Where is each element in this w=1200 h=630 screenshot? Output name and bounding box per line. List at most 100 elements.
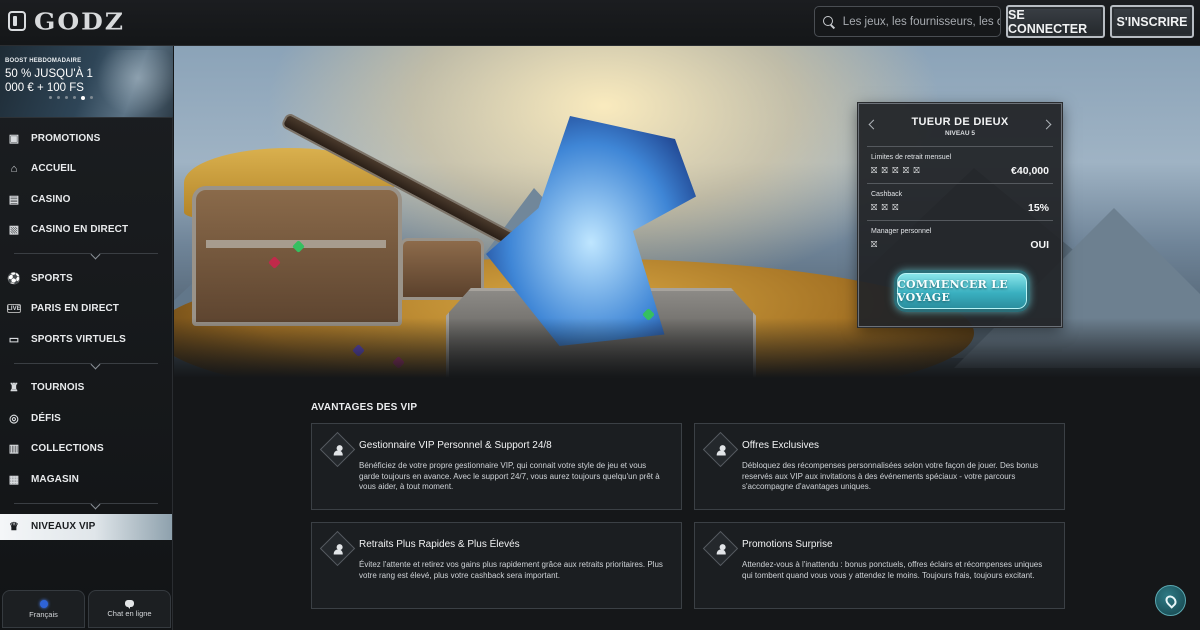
sidebar-item-collections[interactable]: ▥ COLLECTIONS <box>0 434 172 465</box>
sidebar-item-label: TOURNOIS <box>31 382 85 394</box>
login-button[interactable]: SE CONNECTER <box>1006 5 1105 38</box>
boost-title: 50 % JUSQU'À 1 000 € + 100 FS <box>5 68 93 94</box>
carousel-dot[interactable] <box>49 96 52 99</box>
rune-marks: ⛝ ⛝ ⛝ <box>871 203 900 212</box>
sidebar-item-casino[interactable]: ▤ CASINO <box>0 184 172 215</box>
sidebar-item-paris-en-direct[interactable]: LIVE PARIS EN DIRECT <box>0 294 172 325</box>
language-label: Français <box>29 609 58 619</box>
carousel-dot[interactable] <box>57 96 60 99</box>
hero-fade <box>174 318 1200 378</box>
carousel-dot-active[interactable] <box>81 95 85 100</box>
vip-row-value: OUI <box>1030 239 1049 251</box>
site-logo[interactable]: GODZ <box>34 8 125 36</box>
nav-group-extras: ♜ TOURNOIS ◎ DÉFIS ▥ COLLECTIONS ▦ MAGAS… <box>0 373 172 495</box>
sidebar-item-sports[interactable]: ⚽ SPORTS <box>0 263 172 294</box>
user-icon <box>702 431 739 468</box>
benefit-card: Gestionnaire VIP Personnel & Support 24/… <box>311 423 682 510</box>
sidebar-bottom-bar: Français Chat en ligne <box>0 590 173 630</box>
vip-level-title: TUEUR DE DIEUX <box>911 116 1009 128</box>
sidebar-item-label: NIVEAUX VIP <box>31 521 96 532</box>
vip-row-label: Manager personnel <box>871 228 932 235</box>
weekly-boost-banner[interactable]: BOOST HEBDOMADAIRE 50 % JUSQU'À 1 000 € … <box>0 46 173 118</box>
treasure-chest-art <box>192 186 402 326</box>
rune-marks: ⛝ ⛝ ⛝ ⛝ ⛝ <box>871 166 921 175</box>
sidebar-item-promotions[interactable]: ▣ PROMOTIONS <box>0 123 172 154</box>
carousel-dot[interactable] <box>65 96 68 99</box>
benefit-text: Bénéficiez de votre propre gestionnaire … <box>359 461 660 491</box>
benefit-card: Promotions Surprise Attendez-vous à l'in… <box>694 522 1065 609</box>
section-title: AVANTAGES DES VIP <box>311 402 418 413</box>
gift-icon: ▣ <box>8 132 20 145</box>
benefit-card: Offres Exclusives Débloquez des récompen… <box>694 423 1065 510</box>
boost-tag: BOOST HEBDOMADAIRE <box>5 58 82 64</box>
user-icon <box>702 530 739 567</box>
sidebar-item-label: ACCUEIL <box>31 163 77 175</box>
store-icon: ▦ <box>8 473 20 486</box>
start-journey-button[interactable]: COMMENCER LE VOYAGE <box>894 270 1030 312</box>
benefit-title: Retraits Plus Rapides & Plus Élevés <box>359 539 520 550</box>
benefit-title: Offres Exclusives <box>742 440 820 451</box>
football-icon: ⚽ <box>7 272 21 285</box>
sidebar-toggle-icon[interactable] <box>8 11 26 31</box>
sidebar: BOOST HEBDOMADAIRE 50 % JUSQU'À 1 000 € … <box>0 46 173 630</box>
user-icon <box>319 530 356 567</box>
nav-group-sports: ⚽ SPORTS LIVE PARIS EN DIRECT ▭ SPORTS V… <box>0 263 172 355</box>
benefit-text: Évitez l'attente et retirez vos gains pl… <box>359 560 663 580</box>
sidebar-item-label: MAGASIN <box>31 473 79 485</box>
search-input[interactable] <box>842 15 1000 28</box>
signup-button[interactable]: S'INSCRIRE <box>1110 5 1194 38</box>
location-pin-icon <box>1162 592 1179 609</box>
sidebar-item-niveaux-vip[interactable]: ♛ NIVEAUX VIP <box>0 513 172 540</box>
vip-level-number: NIVEAU 5 <box>945 130 975 137</box>
chat-label: Chat en ligne <box>107 609 152 618</box>
carousel-dot[interactable] <box>90 96 93 99</box>
vip-crown-icon: ♛ <box>9 521 19 533</box>
sidebar-item-label: PARIS EN DIRECT <box>31 303 119 315</box>
vip-card-header: TUEUR DE DIEUX NIVEAU 5 <box>859 104 1061 146</box>
section-divider[interactable] <box>14 502 158 504</box>
live-chat-button[interactable]: Chat en ligne <box>88 590 171 628</box>
language-button[interactable]: Français <box>2 590 85 628</box>
vip-row-cashback: Cashback ⛝ ⛝ ⛝ 15% <box>867 183 1053 220</box>
live-cards-icon: ▧ <box>8 224 20 237</box>
sidebar-item-defis[interactable]: ◎ DÉFIS <box>0 403 172 434</box>
virtual-sports-icon: ▭ <box>8 333 20 346</box>
sidebar-item-label: SPORTS VIRTUELS <box>31 333 126 345</box>
sidebar-item-tournois[interactable]: ♜ TOURNOIS <box>0 373 172 404</box>
search-box[interactable] <box>814 6 1001 37</box>
top-bar: GODZ SE CONNECTER S'INSCRIRE <box>0 0 1200 46</box>
sidebar-item-label: PROMOTIONS <box>31 132 101 144</box>
benefit-card: Retraits Plus Rapides & Plus Élevés Évit… <box>311 522 682 609</box>
vip-hero-banner: TUEUR DE DIEUX NIVEAU 5 Limites de retra… <box>174 46 1200 378</box>
globe-icon <box>39 599 48 608</box>
slot-machine-icon: ▤ <box>8 193 20 206</box>
benefit-title: Gestionnaire VIP Personnel & Support 24/… <box>359 440 552 451</box>
vip-row-value: €40,000 <box>1011 165 1049 177</box>
target-icon: ◎ <box>9 412 19 425</box>
search-icon <box>823 15 835 28</box>
sidebar-item-sports-virtuels[interactable]: ▭ SPORTS VIRTUELS <box>0 324 172 355</box>
help-chat-button[interactable] <box>1155 585 1186 616</box>
chat-bubble-icon <box>125 600 134 609</box>
vip-row-personal-manager: Manager personnel ⛝ OUI <box>867 220 1053 257</box>
vip-row-label: Cashback <box>871 191 903 198</box>
vip-row-label: Limites de retrait mensuel <box>871 154 952 161</box>
sidebar-item-accueil[interactable]: ⌂ ACCUEIL <box>0 154 172 185</box>
sidebar-item-casino-en-direct[interactable]: ▧ CASINO EN DIRECT <box>0 215 172 246</box>
vip-row-withdrawal-limit: Limites de retrait mensuel ⛝ ⛝ ⛝ ⛝ ⛝ €40… <box>867 146 1053 183</box>
sidebar-item-magasin[interactable]: ▦ MAGASIN <box>0 464 172 495</box>
sidebar-item-label: SPORTS <box>31 272 73 284</box>
benefit-title: Promotions Surprise <box>742 539 833 550</box>
benefit-text: Débloquez des récompenses personnalisées… <box>742 461 1039 491</box>
sidebar-item-label: CASINO <box>31 193 71 205</box>
nav-group-casino: ▣ PROMOTIONS ⌂ ACCUEIL ▤ CASINO ▧ CASINO… <box>0 123 172 245</box>
sidebar-item-label: DÉFIS <box>31 412 61 424</box>
vip-row-value: 15% <box>1027 202 1049 214</box>
section-divider[interactable] <box>14 362 158 364</box>
user-icon <box>319 431 356 468</box>
sidebar-item-label: CASINO EN DIRECT <box>31 224 129 236</box>
carousel-dot[interactable] <box>73 96 76 99</box>
sidebar-item-label: COLLECTIONS <box>31 443 104 455</box>
section-divider[interactable] <box>14 253 158 254</box>
vip-level-card: TUEUR DE DIEUX NIVEAU 5 Limites de retra… <box>858 103 1062 327</box>
